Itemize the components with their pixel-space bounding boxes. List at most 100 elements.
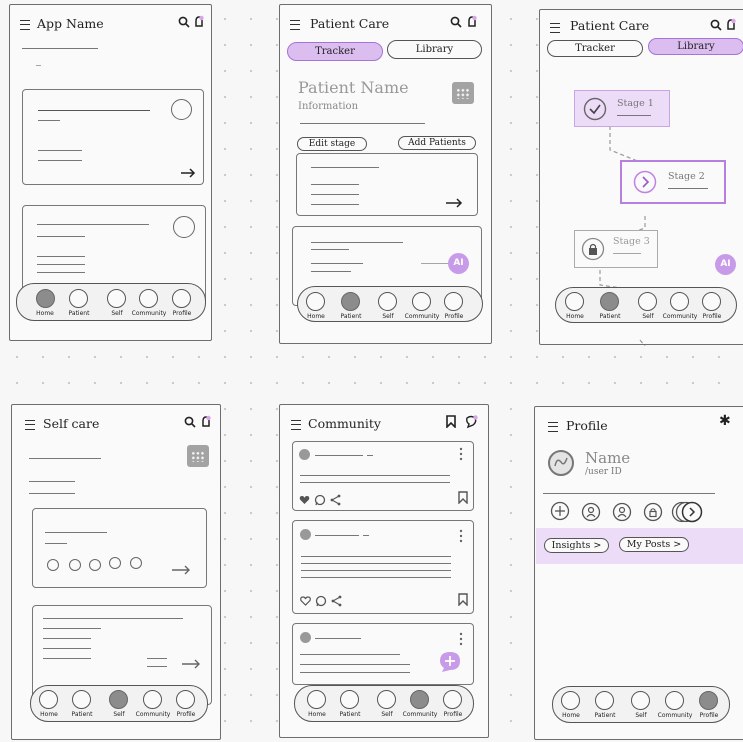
nav-patient-icon[interactable] (600, 292, 619, 311)
nav-label-patient[interactable]: Patient (72, 711, 93, 718)
mood-option-icon[interactable] (130, 557, 142, 569)
nav-label-patient[interactable]: Patient (595, 712, 616, 719)
post-card-1[interactable] (292, 441, 474, 511)
calendar-icon[interactable] (452, 82, 474, 104)
nav-self-icon[interactable] (638, 292, 657, 311)
menu-icon[interactable] (550, 23, 560, 33)
profile-avatar[interactable] (547, 449, 575, 477)
nav-self-icon[interactable] (377, 690, 396, 709)
nav-community-icon[interactable] (143, 690, 162, 709)
person-circle-icon[interactable] (612, 502, 632, 522)
nav-label-patient[interactable]: Patient (600, 313, 621, 320)
nav-community-icon[interactable] (665, 691, 684, 710)
chat-icon[interactable] (464, 415, 478, 429)
nav-label-profile[interactable]: Profile (700, 712, 719, 719)
nav-home-icon[interactable] (36, 289, 55, 308)
nav-label-profile[interactable]: Profile (444, 711, 463, 718)
nav-patient-icon[interactable] (595, 691, 614, 710)
heart-icon[interactable] (300, 596, 311, 606)
menu-icon[interactable] (290, 20, 300, 30)
arrow-right-icon[interactable] (181, 659, 201, 669)
more-vertical-icon[interactable] (459, 632, 463, 646)
nav-label-home[interactable]: Home (40, 711, 58, 718)
nav-self-icon[interactable] (109, 690, 128, 709)
notification-bell-icon[interactable] (193, 15, 205, 29)
nav-label-self[interactable]: Self (111, 310, 122, 317)
bookmark-icon[interactable] (458, 491, 468, 504)
nav-label-profile[interactable]: Profile (445, 313, 464, 320)
nav-home-icon[interactable] (307, 690, 326, 709)
menu-icon[interactable] (548, 422, 558, 432)
arrow-right-icon[interactable] (171, 565, 191, 575)
nav-label-home[interactable]: Home (36, 310, 54, 317)
comment-icon[interactable] (315, 595, 327, 607)
mood-option-icon[interactable] (47, 559, 59, 571)
nav-label-profile[interactable]: Profile (703, 313, 722, 320)
calendar-icon[interactable] (187, 445, 209, 467)
tab-library[interactable]: Library (648, 38, 743, 55)
nav-label-community[interactable]: Community (136, 711, 171, 718)
nav-profile-icon[interactable] (443, 690, 462, 709)
nav-self-icon[interactable] (378, 292, 397, 311)
nav-profile-icon[interactable] (699, 691, 718, 710)
nav-profile-icon[interactable] (702, 292, 721, 311)
share-icon[interactable] (331, 595, 342, 607)
nav-label-home[interactable]: Home (566, 313, 584, 320)
nav-home-icon[interactable] (39, 690, 58, 709)
menu-icon[interactable] (20, 20, 30, 30)
edit-stage-button[interactable]: Edit stage (297, 137, 367, 151)
add-post-icon[interactable] (438, 651, 462, 673)
nav-label-self[interactable]: Self (635, 712, 646, 719)
my-posts-button[interactable]: My Posts > (619, 537, 689, 552)
nav-label-patient[interactable]: Patient (340, 711, 361, 718)
stage-3-card[interactable]: Stage 3 (574, 230, 658, 268)
nav-community-icon[interactable] (412, 292, 431, 311)
home-card-1[interactable] (22, 89, 204, 185)
mood-option-icon[interactable] (69, 559, 81, 571)
nav-community-icon[interactable] (670, 292, 689, 311)
nav-self-icon[interactable] (631, 691, 650, 710)
nav-profile-icon[interactable] (444, 292, 463, 311)
nav-patient-icon[interactable] (72, 690, 91, 709)
nav-patient-icon[interactable] (340, 690, 359, 709)
nav-home-icon[interactable] (306, 292, 325, 311)
ai-assistant-button[interactable]: AI (448, 253, 469, 274)
nav-patient-icon[interactable] (69, 289, 88, 308)
tab-tracker[interactable]: Tracker (287, 42, 383, 61)
nav-label-home[interactable]: Home (307, 313, 325, 320)
nav-label-patient[interactable]: Patient (69, 310, 90, 317)
nav-label-community[interactable]: Community (658, 712, 693, 719)
nav-label-home[interactable]: Home (308, 711, 326, 718)
tab-tracker[interactable]: Tracker (547, 40, 643, 57)
insights-button[interactable]: Insights > (544, 538, 609, 553)
nav-label-home[interactable]: Home (562, 712, 580, 719)
ai-assistant-button[interactable]: AI (715, 254, 736, 275)
menu-icon[interactable] (25, 420, 35, 430)
patient-card-1[interactable] (296, 153, 478, 216)
search-icon[interactable] (178, 16, 190, 28)
bookmark-icon[interactable] (446, 415, 456, 428)
nav-home-icon[interactable] (565, 292, 584, 311)
nav-profile-icon[interactable] (172, 289, 191, 308)
nav-label-patient[interactable]: Patient (341, 313, 362, 320)
nav-label-community[interactable]: Community (405, 313, 440, 320)
settings-icon[interactable]: ✱ (719, 413, 731, 429)
nav-home-icon[interactable] (561, 691, 580, 710)
arrow-right-icon[interactable] (445, 198, 463, 208)
nav-label-profile[interactable]: Profile (177, 711, 196, 718)
notification-bell-icon[interactable] (725, 18, 737, 32)
add-circle-icon[interactable] (550, 501, 570, 521)
share-icon[interactable] (330, 494, 341, 506)
heart-icon[interactable] (299, 495, 310, 505)
nav-self-icon[interactable] (107, 289, 126, 308)
tab-library[interactable]: Library (387, 40, 482, 59)
nav-label-profile[interactable]: Profile (173, 310, 192, 317)
add-patients-button[interactable]: Add Patients (398, 136, 476, 150)
stage-2-card[interactable]: Stage 2 (620, 160, 726, 204)
arrow-right-icon[interactable] (180, 168, 196, 178)
search-icon[interactable] (184, 416, 196, 428)
nav-label-self[interactable]: Self (381, 711, 392, 718)
nav-community-icon[interactable] (410, 690, 429, 709)
more-stack-icon[interactable] (671, 501, 705, 523)
notification-bell-icon[interactable] (466, 15, 478, 29)
